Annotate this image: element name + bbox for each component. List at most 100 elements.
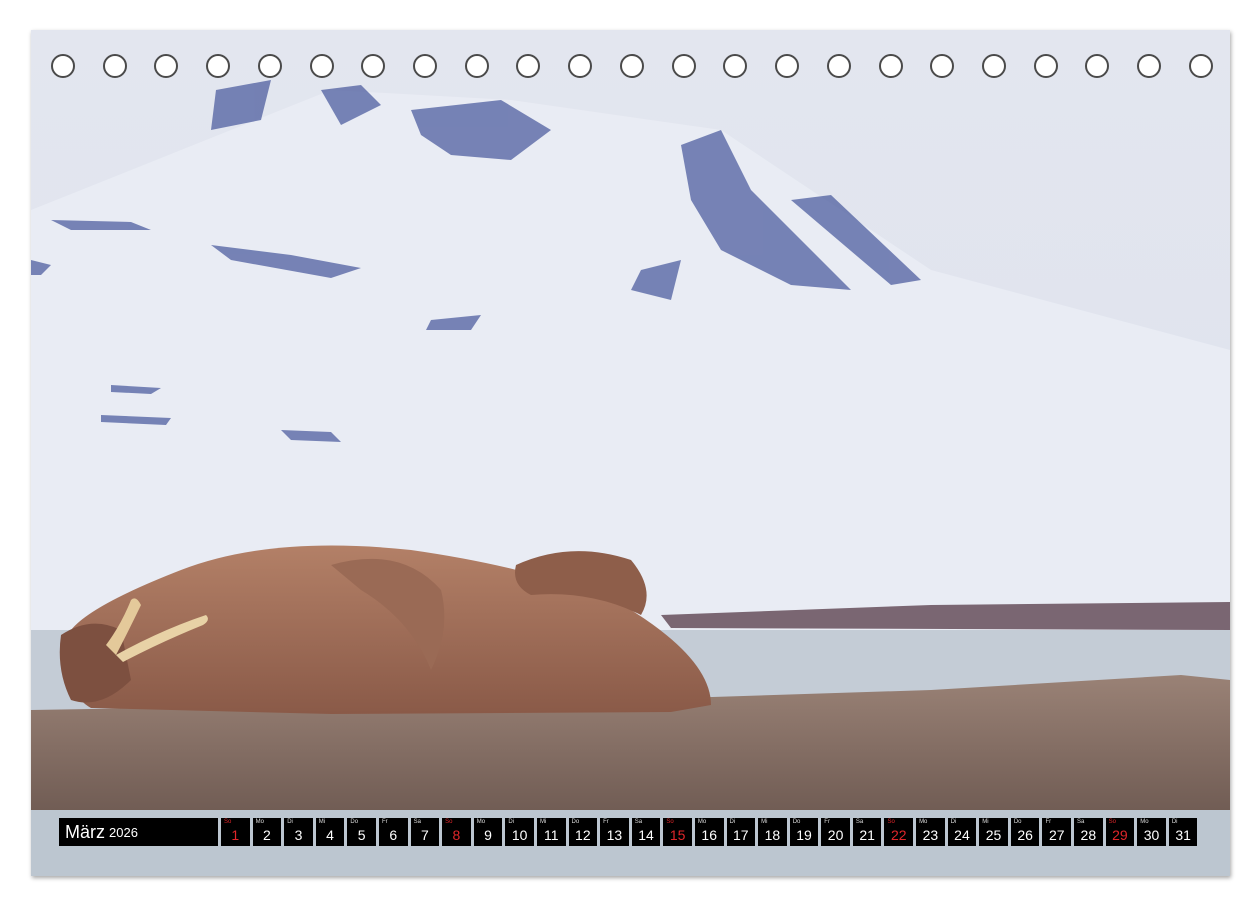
binding-hole <box>1033 54 1058 78</box>
weekday-label: Do <box>571 819 580 825</box>
day-number: 14 <box>638 827 654 843</box>
binding-hole <box>516 54 541 78</box>
day-number: 27 <box>1048 827 1065 843</box>
binding-hole <box>309 54 334 78</box>
day-cell: Fr 13 <box>600 818 629 846</box>
weekday-label: Di <box>287 819 293 825</box>
weekday-label: Mi <box>982 819 989 825</box>
day-number: 28 <box>1080 827 1097 843</box>
binding-hole <box>723 54 748 78</box>
weekday-label: Mo <box>1140 819 1149 825</box>
weekday-label: Mo <box>255 819 264 825</box>
day-number: 2 <box>262 827 271 843</box>
day-cell: Sa 28 <box>1074 818 1103 846</box>
weekday-label: Di <box>1171 819 1178 825</box>
day-number: 23 <box>922 827 939 843</box>
binding-hole <box>981 54 1006 78</box>
binding-hole <box>1137 54 1162 78</box>
day-cells: So 1 Mo 2 Di 3 Mi 4 Do 5 Fr 6 Sa 7 So 8 Mo 9 Di 10 Mi 11 Do 12 F… <box>221 818 1200 846</box>
day-cell: Di 24 <box>947 818 977 846</box>
day-cell: Mi 25 <box>979 818 1008 846</box>
day-number: 11 <box>543 827 559 843</box>
day-number: 3 <box>294 827 303 843</box>
day-number: 29 <box>1112 827 1128 843</box>
month-label-box: März 2026 <box>59 818 218 846</box>
day-cell: Mi 11 <box>536 818 566 846</box>
weekday-label: Mi <box>318 819 326 825</box>
weekday-label: Mo <box>697 819 707 825</box>
day-number: 30 <box>1143 827 1160 843</box>
weekday-label: Di <box>508 819 515 825</box>
weekday-label: Mo <box>476 819 486 825</box>
binding-holes <box>51 54 1213 80</box>
weekday-label: Mo <box>919 819 928 825</box>
day-cell: Sa 21 <box>852 818 882 846</box>
day-number: 1 <box>231 827 240 843</box>
binding-hole <box>51 54 75 78</box>
day-cell: Do 19 <box>789 818 819 846</box>
day-cell: Do 5 <box>347 818 376 846</box>
day-cell: Fr 20 <box>821 818 850 846</box>
binding-hole <box>361 54 386 78</box>
day-cell: Fr 27 <box>1042 818 1072 846</box>
weekday-label: Do <box>792 819 801 825</box>
day-cell: Fr 6 <box>378 818 408 846</box>
binding-hole <box>1188 54 1213 78</box>
day-number: 26 <box>1017 827 1033 843</box>
weekday-label: So <box>887 819 895 825</box>
day-cell: So 15 <box>663 818 692 846</box>
day-number: 9 <box>484 827 492 843</box>
day-cell: Sa 7 <box>410 818 440 846</box>
day-number: 6 <box>389 827 398 843</box>
day-cell: Do 12 <box>568 818 598 846</box>
binding-hole <box>775 54 800 78</box>
day-number: 16 <box>701 827 717 843</box>
weekday-label: Fr <box>1045 819 1052 825</box>
day-cell: So 1 <box>221 818 250 846</box>
day-number: 31 <box>1175 827 1191 843</box>
binding-hole <box>930 54 955 78</box>
weekday-label: Mi <box>539 819 547 825</box>
day-number: 17 <box>733 827 749 843</box>
weekday-label: Di <box>729 819 736 825</box>
day-cell: Di 17 <box>726 818 756 846</box>
day-cell: So 8 <box>442 818 471 846</box>
day-cell: So 22 <box>884 818 914 846</box>
weekday-label: So <box>445 819 453 825</box>
calendar-bar: März 2026 So 1 Mo 2 Di 3 Mi 4 Do 5 Fr 6 Sa 7 So 8 Mo 9 Di 1… <box>59 818 1200 846</box>
weekday-label: Sa <box>855 819 864 825</box>
day-cell: Mo 16 <box>694 818 724 846</box>
binding-hole <box>206 54 231 78</box>
day-cell: Sa 14 <box>631 818 661 846</box>
binding-hole <box>464 54 489 78</box>
day-number: 5 <box>357 827 366 843</box>
weekday-label: So <box>224 819 232 825</box>
weekday-label: So <box>1108 819 1116 825</box>
binding-hole <box>826 54 851 78</box>
day-cell: Mo 23 <box>916 818 945 846</box>
month-name: März <box>65 821 105 842</box>
day-number: 7 <box>420 827 429 843</box>
binding-hole <box>154 54 179 78</box>
day-number: 25 <box>985 827 1002 843</box>
weekday-label: Mi <box>761 819 768 825</box>
month-year: 2026 <box>109 824 138 840</box>
binding-hole <box>102 54 127 78</box>
binding-hole <box>413 54 438 78</box>
weekday-label: Fr <box>603 819 609 825</box>
weekday-label: Fr <box>824 819 830 825</box>
day-number: 20 <box>827 827 844 843</box>
day-cell: Mi 4 <box>315 818 345 846</box>
day-cell: Mo 2 <box>252 818 282 846</box>
weekday-label: So <box>666 819 674 825</box>
binding-hole <box>257 54 282 78</box>
day-cell: Mi 18 <box>758 818 787 846</box>
day-number: 24 <box>954 827 970 843</box>
binding-hole <box>619 54 644 78</box>
binding-hole <box>568 54 593 78</box>
day-number: 10 <box>511 827 528 843</box>
binding-hole <box>878 54 903 78</box>
walrus-photo <box>31 30 1230 876</box>
day-number: 21 <box>859 827 875 843</box>
weekday-label: Sa <box>1077 819 1085 825</box>
